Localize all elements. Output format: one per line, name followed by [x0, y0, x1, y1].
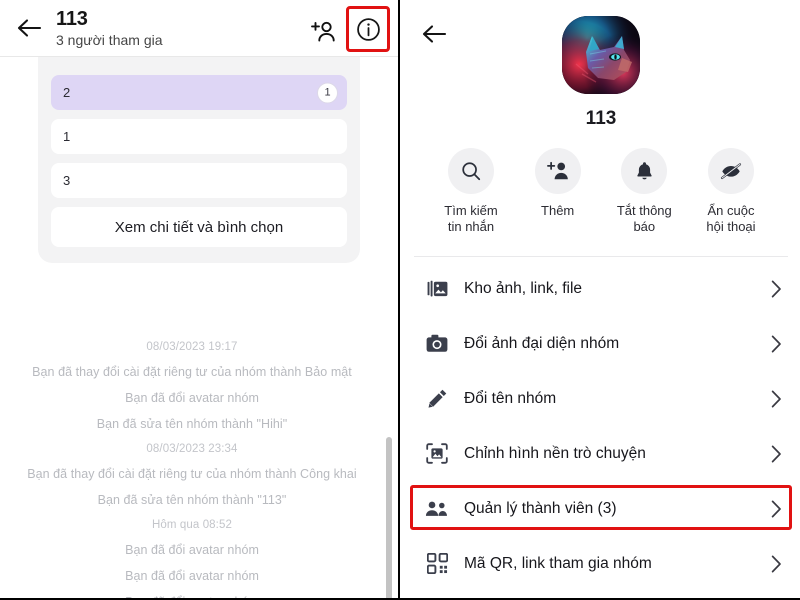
chat-header-actions	[306, 6, 390, 52]
participant-count-label: 3 người tham gia	[56, 31, 163, 48]
quick-action-label-line1: Ẩn cuộc	[707, 203, 755, 218]
photos-library-icon	[424, 279, 450, 299]
quick-action-label-line2: hội thoại	[706, 219, 756, 235]
quick-action-label-line1: Tìm kiếm	[444, 203, 498, 218]
quick-action-add-member[interactable]: Thêm	[519, 148, 597, 250]
system-message: Bạn đã đổi avatar nhóm	[0, 595, 384, 598]
poll-option[interactable]: 2 1	[51, 75, 347, 110]
info-button-highlight[interactable]	[346, 6, 390, 52]
system-message: Bạn đã đổi avatar nhóm	[125, 569, 259, 583]
menu-item-label: Mã QR, link tham gia nhóm	[464, 554, 652, 572]
quick-action-label-line2: báo	[633, 219, 656, 235]
menu-item-change-avatar[interactable]: Đổi ảnh đại diện nhóm	[402, 316, 800, 371]
timestamp-label: 08/03/2023 19:17	[146, 341, 238, 353]
info-circle-icon	[356, 17, 380, 41]
chevron-right-icon	[771, 280, 782, 298]
quick-action-label-line1: Thêm	[541, 203, 575, 218]
menu-item-manage-members[interactable]: Quản lý thành viên (3)	[402, 481, 800, 536]
system-message: Bạn đã thay đổi cài đặt riêng tư của nhó…	[32, 365, 352, 379]
system-message: Bạn đã đổi avatar nhóm	[125, 391, 259, 405]
quick-action-label: Thêm	[541, 203, 574, 219]
poll-option[interactable]: 1	[51, 119, 347, 154]
quick-action-label: Tắt thông báo	[617, 203, 672, 236]
quick-action-mute[interactable]: Tắt thông báo	[605, 148, 683, 250]
people-icon	[424, 500, 450, 518]
bell-icon	[621, 148, 668, 194]
poll-option[interactable]: 3	[51, 163, 347, 198]
quick-action-label-line2: tin nhắn	[447, 219, 495, 235]
system-message: Bạn đã sửa tên nhóm thành "113"	[97, 493, 287, 507]
search-icon	[448, 148, 494, 194]
chevron-right-icon	[771, 445, 782, 463]
wallpaper-icon	[424, 443, 450, 464]
chevron-right-icon	[771, 500, 782, 518]
menu-item-label: Chỉnh hình nền trò chuyện	[464, 444, 646, 462]
qr-code-icon	[424, 553, 450, 574]
poll-option-label: 2	[63, 85, 71, 100]
chat-header: 113 3 người tham gia	[0, 0, 398, 57]
chat-header-titles: 113 3 người tham gia	[56, 8, 163, 48]
menu-item-qr-link[interactable]: Mã QR, link tham gia nhóm	[402, 536, 800, 591]
group-avatar-cat-image	[562, 16, 640, 94]
camera-icon	[424, 334, 450, 353]
poll-option-label: 3	[63, 173, 71, 188]
chat-panel: 113 3 người tham gia 2 1 1 3 Xem chi tiế…	[0, 0, 400, 598]
chevron-right-icon	[771, 390, 782, 408]
chevron-right-icon	[771, 335, 782, 353]
add-person-icon	[534, 148, 581, 194]
chevron-right-icon	[771, 555, 782, 573]
chat-message-list[interactable]: 2 1 1 3 Xem chi tiết và bình chọn 08/03/…	[0, 57, 398, 598]
system-message: Bạn đã đổi avatar nhóm	[125, 543, 259, 557]
menu-item-label: Quản lý thành viên (3)	[464, 499, 617, 517]
group-name-label: 113	[585, 108, 617, 129]
quick-actions-row: Tìm kiếm tin nhắn Thêm Tắt thông báo Ẩn …	[402, 142, 800, 250]
poll-option-label: 1	[63, 129, 71, 144]
vertical-scrollbar[interactable]	[386, 437, 392, 598]
menu-item-label: Kho ảnh, link, file	[464, 279, 583, 297]
poll-vote-count: 1	[317, 82, 338, 103]
poll-card: 2 1 1 3 Xem chi tiết và bình chọn	[38, 57, 360, 263]
pencil-icon	[424, 388, 450, 409]
add-person-icon[interactable]	[306, 15, 340, 49]
system-message: Bạn đã sửa tên nhóm thành "Hihi"	[96, 417, 288, 431]
eye-slash-icon	[707, 148, 754, 194]
page-title: 113	[56, 7, 88, 30]
menu-item-label: Đổi ảnh đại diện nhóm	[464, 334, 620, 352]
system-message-log: 08/03/2023 19:17 Bạn đã thay đổi cài đặt…	[0, 341, 384, 598]
menu-item-media-store[interactable]: Kho ảnh, link, file	[402, 261, 800, 316]
poll-details-button[interactable]: Xem chi tiết và bình chọn	[51, 207, 347, 247]
quick-action-label-line1: Tắt thông	[616, 203, 672, 218]
timestamp-label: Hôm qua 08:52	[152, 519, 232, 531]
quick-action-hide-conversation[interactable]: Ẩn cuộc hội thoại	[692, 148, 770, 250]
screenshot-root: 113 3 người tham gia 2 1 1 3 Xem chi tiế…	[0, 0, 800, 600]
menu-item-chat-wallpaper[interactable]: Chỉnh hình nền trò chuyện	[402, 426, 800, 481]
quick-action-label: Tìm kiếm tin nhắn	[444, 203, 497, 236]
quick-action-label: Ẩn cuộc hội thoại	[706, 203, 755, 236]
menu-item-rename-group[interactable]: Đổi tên nhóm	[402, 371, 800, 426]
avatar[interactable]	[562, 16, 640, 94]
system-message: Bạn đã thay đổi cài đặt riêng tư của nhó…	[27, 467, 357, 481]
quick-action-search[interactable]: Tìm kiếm tin nhắn	[432, 148, 510, 250]
back-arrow-icon[interactable]	[10, 9, 48, 47]
menu-item-label: Đổi tên nhóm	[464, 389, 557, 407]
group-info-header: 113	[402, 0, 800, 142]
group-info-panel: 113 Tìm kiếm tin nhắn Thêm Tắt thông báo…	[402, 0, 800, 598]
timestamp-label: 08/03/2023 23:34	[146, 443, 238, 455]
back-arrow-icon[interactable]	[416, 16, 452, 52]
group-settings-menu: Kho ảnh, link, file Đổi ảnh đại diện nhó…	[402, 257, 800, 591]
